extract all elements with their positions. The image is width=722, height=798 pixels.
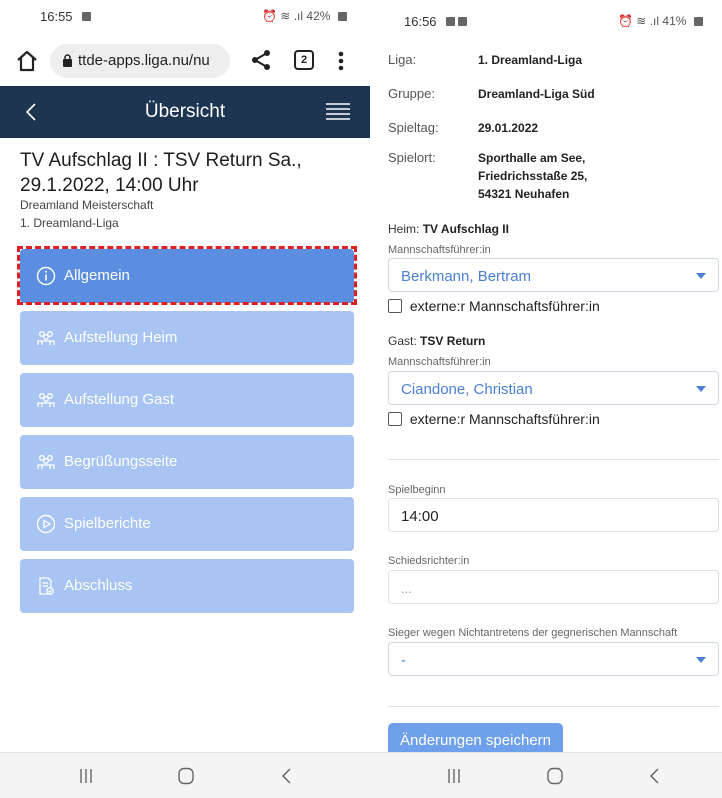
away-prefix: Gast: xyxy=(388,334,417,348)
chevron-down-icon xyxy=(696,657,706,663)
alarm-icon: ⏰ xyxy=(262,9,277,23)
tabs-count-button[interactable]: 2 xyxy=(294,50,314,70)
away-captain-value: Ciandone, Christian xyxy=(401,381,533,398)
page-title: Übersicht xyxy=(144,101,226,122)
nav-begruessung-button[interactable]: Begrüßungsseite xyxy=(20,435,354,489)
url-bar[interactable]: ttde-apps.liga.nu/nu xyxy=(50,44,230,78)
schiedsrichter-placeholder: ... xyxy=(401,581,412,596)
spielbeginn-label: Spielbeginn xyxy=(388,484,446,496)
home-external-label: externe:r Mannschaftsführer:in xyxy=(409,298,600,314)
notification-icon xyxy=(458,17,467,26)
more-options-icon[interactable] xyxy=(334,48,348,74)
competition-name: Dreamland Meisterschaft xyxy=(20,198,154,212)
hamburger-menu-icon[interactable] xyxy=(326,102,350,122)
back-nav-icon[interactable] xyxy=(278,767,298,785)
status-icons: ⏰ ≋ .ıl 41% xyxy=(618,14,703,28)
signal-icon: .ıl xyxy=(649,14,660,28)
status-bar: 16:55 ⏰ ≋ .ıl 42% xyxy=(0,0,370,30)
spielbeginn-input[interactable]: 14:00 xyxy=(388,498,719,532)
home-captain-label: Mannschaftsführer:in xyxy=(388,244,491,256)
away-team-name: TSV Return xyxy=(420,334,486,348)
chevron-down-icon xyxy=(696,273,706,279)
away-external-checkbox[interactable] xyxy=(388,412,402,426)
home-external-captain-row[interactable]: externe:r Mannschaftsführer:in xyxy=(388,298,600,314)
recent-apps-icon[interactable] xyxy=(444,767,464,785)
away-team-heading: Gast: TSV Return xyxy=(388,334,485,348)
home-captain-select[interactable]: Berkmann, Bertram xyxy=(388,258,719,292)
info-spielort-label: Spielort: xyxy=(388,150,436,165)
info-spieltag-label: Spieltag: xyxy=(388,120,439,135)
alarm-icon: ⏰ xyxy=(618,14,633,28)
battery-level: 42% xyxy=(306,9,331,23)
sieger-select[interactable]: - xyxy=(388,642,719,676)
sieger-value: - xyxy=(401,652,406,669)
home-team-heading: Heim: TV Aufschlag II xyxy=(388,222,509,236)
url-text: ttde-apps.liga.nu/nu xyxy=(78,52,210,69)
info-liga-label: Liga: xyxy=(388,52,417,67)
recent-apps-icon[interactable] xyxy=(76,767,96,785)
divider xyxy=(388,706,719,707)
chevron-down-icon xyxy=(696,386,706,392)
team-icon xyxy=(37,331,55,345)
lock-icon xyxy=(63,54,72,67)
away-external-captain-row[interactable]: externe:r Mannschaftsführer:in xyxy=(388,411,600,427)
info-liga-value: 1. Dreamland-Liga xyxy=(478,53,583,67)
schiedsrichter-input[interactable]: ... xyxy=(388,570,719,604)
away-external-label: externe:r Mannschaftsführer:in xyxy=(409,411,600,427)
nav-spielberichte-button[interactable]: Spielberichte xyxy=(20,497,354,551)
status-time: 16:55 xyxy=(40,9,73,24)
home-icon[interactable] xyxy=(14,48,40,74)
nav-begruessung-label: Begrüßungsseite xyxy=(64,453,178,470)
system-navigation-bar xyxy=(0,752,370,798)
sieger-label: Sieger wegen Nichtantretens der gegneris… xyxy=(388,627,678,639)
nav-abschluss-label: Abschluss xyxy=(64,577,133,594)
away-captain-label: Mannschaftsführer:in xyxy=(388,356,491,368)
team-icon xyxy=(37,393,55,407)
away-captain-select[interactable]: Ciandone, Christian xyxy=(388,371,719,405)
team-icon xyxy=(37,455,55,469)
status-bar: 16:56 ⏰ ≋ .ıl 41% xyxy=(370,0,722,30)
document-check-icon xyxy=(39,577,54,595)
home-external-checkbox[interactable] xyxy=(388,299,402,313)
battery-icon xyxy=(693,17,703,26)
app-header: Übersicht xyxy=(0,86,370,138)
home-button-icon[interactable] xyxy=(176,767,196,785)
home-team-name: TV Aufschlag II xyxy=(422,222,509,236)
nav-abschluss-button[interactable]: Abschluss xyxy=(20,559,354,613)
status-time: 16:56 xyxy=(404,14,437,29)
play-icon xyxy=(36,514,56,534)
info-spieltag-value: 29.01.2022 xyxy=(478,121,539,135)
home-prefix: Heim: xyxy=(388,222,420,236)
left-screen: 16:55 ⏰ ≋ .ıl 42% ttde-apps.liga.nu/nu 2 xyxy=(0,0,370,798)
divider xyxy=(388,459,719,460)
browser-toolbar: ttde-apps.liga.nu/nu 2 xyxy=(0,38,370,84)
wifi-icon: ≋ xyxy=(280,9,291,23)
schiedsrichter-label: Schiedsrichter:in xyxy=(388,555,470,567)
match-title: TV Aufschlag II : TSV Return Sa., 29.1.2… xyxy=(20,150,302,196)
home-button-icon[interactable] xyxy=(545,767,565,785)
system-navigation-bar xyxy=(370,752,722,798)
nav-aufstellung-heim-button[interactable]: Aufstellung Heim xyxy=(20,311,354,365)
status-icons: ⏰ ≋ .ıl 42% xyxy=(262,9,347,23)
share-icon[interactable] xyxy=(248,47,274,73)
home-captain-value: Berkmann, Bertram xyxy=(401,268,532,285)
nav-aufstellung-heim-label: Aufstellung Heim xyxy=(64,329,178,346)
signal-icon: .ıl xyxy=(293,9,304,23)
nav-spielberichte-label: Spielberichte xyxy=(64,515,151,532)
notification-icon xyxy=(82,12,91,21)
right-screen: 16:56 ⏰ ≋ .ıl 41% Liga: 1. Dreamland-Lig… xyxy=(370,0,722,798)
spielbeginn-value: 14:00 xyxy=(401,508,439,525)
nav-aufstellung-gast-button[interactable]: Aufstellung Gast xyxy=(20,373,354,427)
info-gruppe-value: Dreamland-Liga Süd xyxy=(478,87,595,101)
battery-level: 41% xyxy=(662,14,687,28)
back-nav-icon[interactable] xyxy=(646,767,666,785)
battery-icon xyxy=(337,12,347,21)
highlight-frame xyxy=(17,246,357,305)
league-name: 1. Dreamland-Liga xyxy=(20,216,119,230)
nav-aufstellung-gast-label: Aufstellung Gast xyxy=(64,391,175,408)
info-spielort-value: Sporthalle am See, Friedrichsstaße 25, 5… xyxy=(478,151,588,201)
notification-icon xyxy=(446,17,455,26)
info-gruppe-label: Gruppe: xyxy=(388,86,435,101)
wifi-icon: ≋ xyxy=(636,14,647,28)
